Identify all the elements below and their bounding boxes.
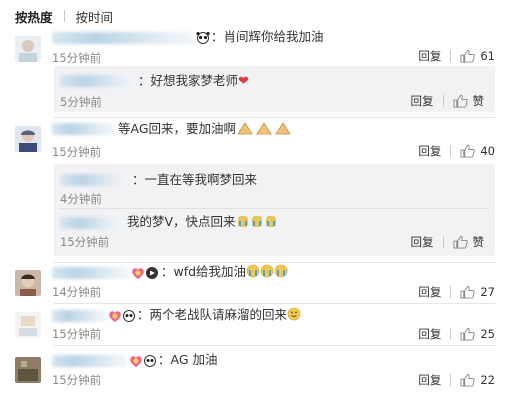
username-blurred[interactable]	[52, 310, 106, 322]
comment-time: 15分钟前	[52, 373, 102, 387]
thumbs-up-icon	[460, 144, 476, 158]
comment-actions: 回复 61	[418, 48, 495, 64]
reply-box: ：一直在等我啊梦回来 4分钟前 我的梦V，快点回来 15分钟前 回复 赞	[54, 164, 495, 256]
reply-divider	[60, 208, 489, 209]
like-count: 40	[480, 144, 495, 158]
reply-text: ：好想我家梦老师❤	[138, 73, 249, 89]
avatar[interactable]	[15, 36, 41, 62]
panda-emoji-icon	[196, 32, 210, 47]
action-divider	[450, 374, 452, 386]
comment-divider	[54, 303, 495, 304]
sort-tabs: 按热度 按时间	[15, 7, 113, 25]
comment-actions: 回复 25	[418, 326, 495, 342]
comment-divider	[54, 117, 495, 118]
username-blurred[interactable]	[52, 123, 114, 135]
badge-icons	[129, 354, 157, 371]
reply-time: 4分钟前	[60, 192, 102, 206]
reply-button[interactable]: 回复	[418, 143, 441, 159]
reply-actions: 回复 赞	[411, 93, 485, 109]
like-button[interactable]: 22	[460, 373, 495, 387]
avatar[interactable]	[15, 126, 41, 152]
reply-box: ：好想我家梦老师❤ 5分钟前 回复 赞	[54, 66, 495, 112]
reply-actions: 回复 赞	[411, 234, 485, 250]
like-button[interactable]: 25	[460, 327, 495, 341]
comment-time: 15分钟前	[52, 51, 102, 65]
reply-button[interactable]: 回复	[411, 93, 434, 109]
like-button[interactable]: 27	[460, 285, 495, 299]
comment-divider	[54, 345, 495, 346]
comment-actions: 回复 22	[418, 372, 495, 388]
like-count: 25	[480, 327, 495, 341]
tab-sort-by-hot[interactable]: 按热度	[15, 7, 53, 26]
praying-hands-icon	[236, 121, 294, 139]
action-divider	[450, 328, 452, 340]
reply-time: 5分钟前	[60, 95, 102, 109]
action-divider	[442, 236, 444, 248]
thumbs-up-icon	[460, 49, 476, 63]
thumbs-up-icon	[453, 235, 468, 249]
reply-username-blurred[interactable]	[60, 75, 136, 87]
comment-text: ：wfd给我加油	[161, 264, 290, 282]
comment-actions: 回复 27	[418, 284, 495, 300]
action-divider	[450, 286, 452, 298]
username-blurred[interactable]	[52, 32, 194, 44]
like-button[interactable]: 赞	[453, 93, 485, 109]
comment-divider	[54, 262, 495, 263]
heart-icon: ❤	[238, 74, 249, 89]
reply-button[interactable]: 回复	[418, 284, 441, 300]
comment-time: 15分钟前	[52, 145, 102, 159]
like-label: 赞	[472, 94, 485, 108]
avatar[interactable]	[15, 357, 41, 383]
comment-actions: 回复 40	[418, 143, 495, 159]
thumbs-up-icon	[453, 94, 468, 108]
comment-text: ：肖间辉你给我加油	[211, 29, 324, 44]
comment-time: 14分钟前	[52, 285, 102, 299]
reply-button[interactable]: 回复	[418, 372, 441, 388]
avatar[interactable]	[15, 270, 41, 296]
reply-text: ：一直在等我啊梦回来	[132, 172, 258, 187]
reply-button[interactable]: 回复	[418, 326, 441, 342]
like-count: 27	[480, 285, 495, 299]
crying-face-icon	[246, 264, 290, 282]
comment-text: 等AG回来，要加油啊	[118, 121, 294, 139]
reply-username-blurred[interactable]	[60, 217, 122, 229]
comment-time: 15分钟前	[52, 327, 102, 341]
reply-time: 15分钟前	[60, 235, 110, 249]
reply-username-blurred[interactable]	[60, 174, 128, 186]
thumbs-up-icon	[460, 373, 476, 387]
action-divider	[442, 95, 444, 107]
crying-face-icon	[236, 214, 280, 232]
username-blurred[interactable]	[52, 355, 126, 367]
tab-divider	[63, 10, 65, 22]
username-blurred[interactable]	[52, 267, 128, 279]
like-count: 22	[480, 373, 495, 387]
like-button[interactable]: 赞	[453, 234, 485, 250]
action-divider	[450, 50, 452, 62]
comment-text: ：两个老战队请麻溜的回来	[137, 307, 301, 325]
thumbs-up-icon	[460, 285, 476, 299]
smiley-face-icon	[287, 307, 301, 325]
thumbs-up-icon	[460, 327, 476, 341]
reply-button[interactable]: 回复	[411, 234, 434, 250]
like-button[interactable]: 40	[460, 144, 495, 158]
like-button[interactable]: 61	[460, 49, 495, 63]
avatar[interactable]	[15, 312, 41, 338]
reply-text: 我的梦V，快点回来	[127, 214, 280, 232]
comment-text: ：AG 加油	[158, 352, 218, 367]
reply-button[interactable]: 回复	[418, 48, 441, 64]
badge-icons	[131, 266, 159, 283]
like-label: 赞	[472, 235, 485, 249]
action-divider	[450, 145, 452, 157]
badge-icons	[108, 309, 136, 326]
tab-sort-by-time[interactable]: 按时间	[76, 7, 114, 26]
like-count: 61	[480, 49, 495, 63]
